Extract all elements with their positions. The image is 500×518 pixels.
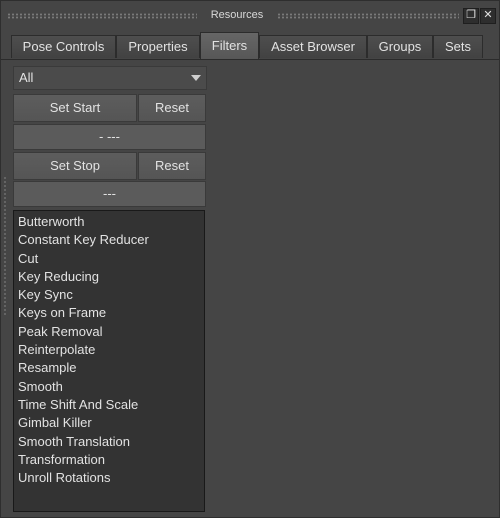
filter-item-key-sync[interactable]: Key Sync [14, 286, 204, 304]
title-grip-left [7, 13, 197, 19]
filter-category-select[interactable]: All [13, 66, 207, 90]
reset-stop-button[interactable]: Reset [138, 152, 206, 180]
set-stop-button[interactable]: Set Stop [13, 152, 137, 180]
filter-item-smooth[interactable]: Smooth [14, 378, 204, 396]
filter-item-reinterpolate[interactable]: Reinterpolate [14, 341, 204, 359]
resources-window: Resources ❐ ✕ Pose Controls Properties F… [0, 0, 500, 518]
filter-item-peak-removal[interactable]: Peak Removal [14, 323, 204, 341]
set-start-button[interactable]: Set Start [13, 94, 137, 122]
title-bar[interactable]: Resources ❐ ✕ [1, 1, 499, 31]
filter-item-unroll-rotations[interactable]: Unroll Rotations [14, 469, 204, 487]
close-icon: ✕ [483, 9, 493, 21]
reset-start-button[interactable]: Reset [138, 94, 206, 122]
tab-properties[interactable]: Properties [116, 35, 200, 58]
filter-item-key-reducing[interactable]: Key Reducing [14, 268, 204, 286]
filter-category-value: All [19, 70, 34, 85]
filter-item-keys-on-frame[interactable]: Keys on Frame [14, 304, 204, 322]
restore-icon: ❐ [466, 9, 476, 21]
title-grip-right [277, 13, 459, 19]
tab-bar: Pose Controls Properties Filters Asset B… [1, 31, 499, 60]
filter-item-constant-key-reducer[interactable]: Constant Key Reducer [14, 231, 204, 249]
filter-item-cut[interactable]: Cut [14, 250, 204, 268]
filter-item-transformation[interactable]: Transformation [14, 451, 204, 469]
window-title: Resources [210, 9, 264, 21]
tab-pose-controls[interactable]: Pose Controls [11, 35, 116, 58]
tab-groups[interactable]: Groups [367, 35, 433, 58]
filter-item-butterworth[interactable]: Butterworth [14, 213, 204, 231]
start-value-field[interactable]: - --- [13, 124, 206, 150]
filter-item-time-shift-and-scale[interactable]: Time Shift And Scale [14, 396, 204, 414]
float-window-button[interactable]: ❐ [463, 8, 479, 24]
filters-list[interactable]: Butterworth Constant Key Reducer Cut Key… [13, 210, 205, 512]
stop-value-field[interactable]: --- [13, 181, 206, 207]
tab-sets[interactable]: Sets [433, 35, 483, 58]
side-drag-handle[interactable] [3, 176, 7, 316]
close-window-button[interactable]: ✕ [480, 8, 496, 24]
tab-filters[interactable]: Filters [200, 32, 259, 59]
chevron-down-icon [191, 75, 201, 81]
filter-item-gimbal-killer[interactable]: Gimbal Killer [14, 414, 204, 432]
filter-item-resample[interactable]: Resample [14, 359, 204, 377]
tab-asset-browser[interactable]: Asset Browser [259, 35, 367, 58]
filter-item-smooth-translation[interactable]: Smooth Translation [14, 433, 204, 451]
